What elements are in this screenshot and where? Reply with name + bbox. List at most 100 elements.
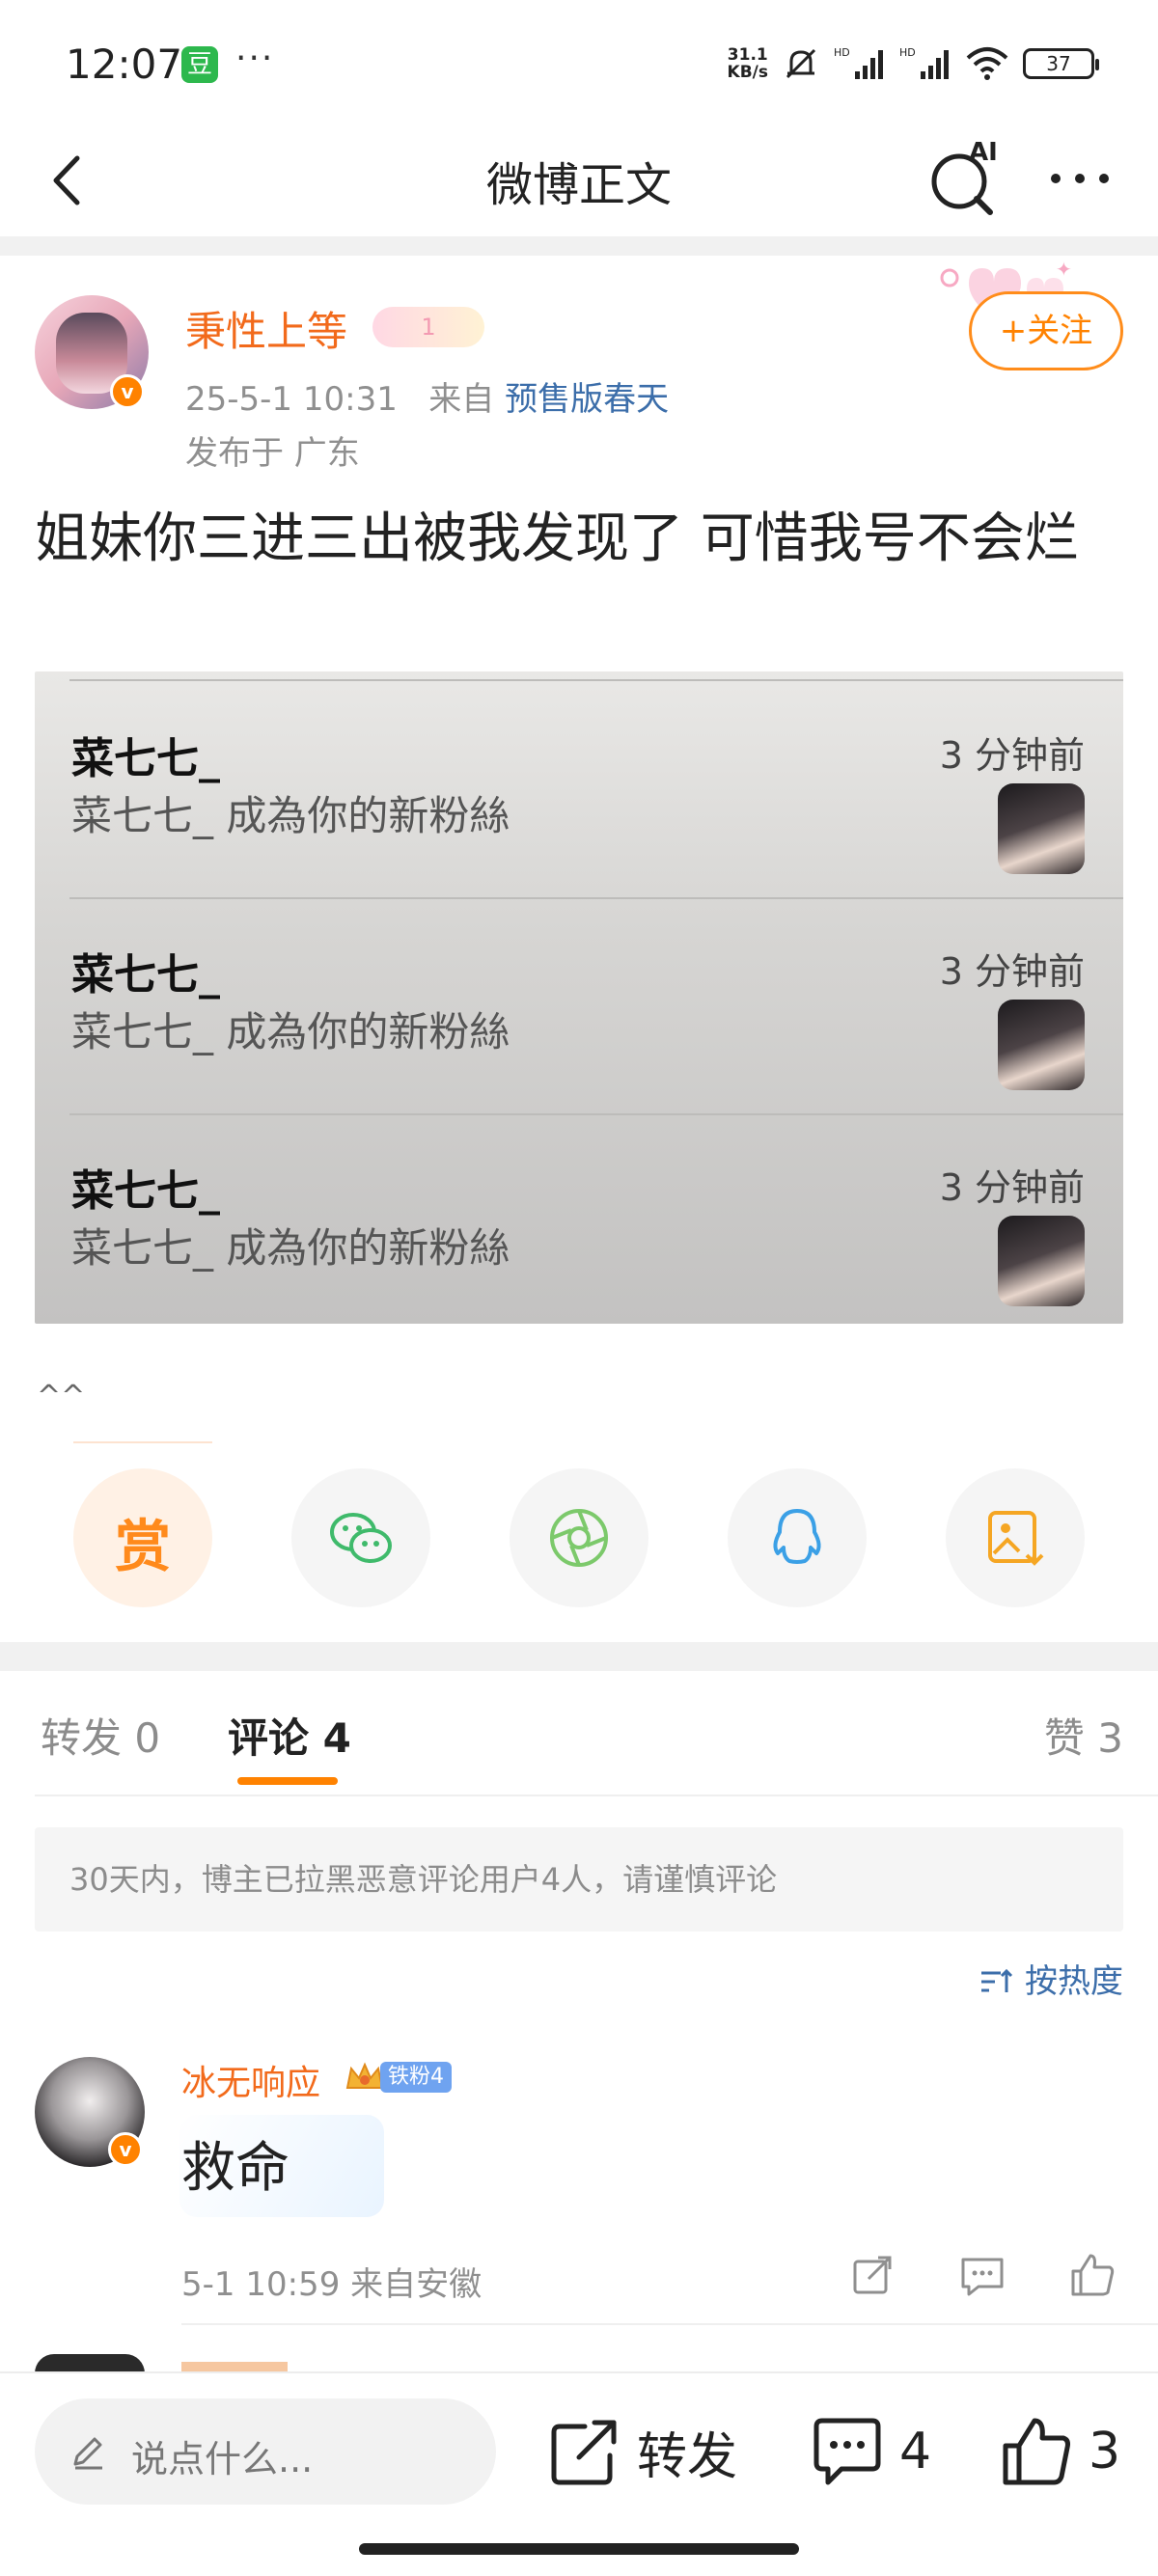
post-text: 姐妹你三进三出被我发现了 可惜我号不会烂 — [35, 507, 1079, 570]
tab-divider — [35, 1795, 1158, 1796]
status-right: 31.1 KB/s HD HD 37 — [728, 42, 1099, 85]
status-bar: 12:07 豆 ··· 31.1 KB/s HD HD 37 — [0, 0, 1158, 125]
svg-text:✦: ✦ — [1056, 258, 1072, 281]
section-divider — [0, 236, 1158, 256]
qq-icon — [773, 1509, 821, 1564]
repost-label: 转发 — [637, 2427, 738, 2486]
notification-time: 3 分钟前 — [939, 734, 1085, 777]
share-row: 赏 — [0, 1441, 1158, 1615]
pencil-icon — [73, 2437, 102, 2470]
tab-bar: 转发 0 评论 4 赞 3 — [0, 1671, 1158, 1796]
network-speed: 31.1 KB/s — [728, 46, 768, 81]
notification-name: 菜七七_ — [71, 950, 220, 1000]
commenter-name[interactable]: 冰无响应 — [181, 2055, 320, 2105]
home-indicator[interactable] — [359, 2543, 799, 2555]
comment-text: 救命 — [181, 2137, 290, 2200]
thumbs-up-icon — [1003, 2418, 1070, 2485]
ai-label: AI — [969, 138, 998, 167]
tab-repost-count: 0 — [134, 1714, 161, 1762]
app-notification-icon: 豆 — [181, 46, 218, 83]
verified-badge-icon: v — [108, 2132, 143, 2167]
vip-badge: 1 — [372, 307, 484, 347]
author-name[interactable]: 秉性上等 — [185, 299, 347, 358]
tab-likes[interactable]: 赞 3 — [1044, 1706, 1123, 1765]
status-time: 12:07 — [66, 41, 183, 88]
repost-button[interactable]: 转发 — [546, 2410, 737, 2493]
comment-input[interactable]: 说点什么... — [35, 2398, 496, 2505]
next-commenter-avatar[interactable] — [35, 2354, 145, 2373]
fan-badge-label: 铁粉4 — [380, 2062, 452, 2093]
like-icon[interactable] — [1067, 2250, 1117, 2300]
sort-by-hot-button[interactable]: 按热度 — [979, 1955, 1123, 2002]
reward-indicator — [73, 1441, 212, 1443]
image-notification-row: 菜七七_ 菜七七_ 成為你的新粉絲 3 分钟前 — [35, 1104, 1123, 1320]
signal-icon-2: HD — [899, 46, 949, 79]
tab-repost[interactable]: 转发 0 — [41, 1706, 160, 1765]
comment-meta: 5-1 10:59 来自安徽 — [181, 2265, 482, 2304]
wifi-icon — [966, 47, 1008, 80]
comment-count: 4 — [899, 2423, 932, 2480]
image-notification-row: 菜七七_ 菜七七_ 成為你的新粉絲 3 分钟前 — [35, 671, 1123, 888]
comment-actions — [847, 2250, 1127, 2304]
active-tab-indicator — [237, 1777, 338, 1785]
post-image[interactable]: 菜七七_ 菜七七_ 成為你的新粉絲 3 分钟前 菜七七_ 菜七七_ 成為你的新粉… — [35, 671, 1123, 1324]
mute-bell-icon — [786, 48, 816, 79]
repost-icon — [551, 2420, 617, 2485]
notification-desc: 菜七七_ 成為你的新粉絲 — [71, 1224, 510, 1272]
signal-icon: HD — [834, 46, 883, 79]
sort-label: 按热度 — [1025, 1962, 1123, 2001]
follow-button[interactable]: +关注 — [969, 291, 1123, 370]
post-date: 25-5-1 10:31 — [185, 380, 398, 419]
notification-thumbnail — [998, 783, 1085, 874]
notification-thumbnail — [998, 1000, 1085, 1090]
battery-icon: 37 — [1023, 48, 1099, 79]
network-speed-unit: KB/s — [727, 63, 768, 82]
author-avatar[interactable]: v — [35, 295, 149, 409]
comment-placeholder: 说点什么... — [131, 2438, 314, 2480]
verified-badge-icon: v — [110, 374, 145, 409]
qq-share-button[interactable] — [728, 1468, 867, 1607]
notification-name: 菜七七_ — [71, 734, 220, 783]
ai-search-icon[interactable]: AI — [926, 137, 1004, 218]
notification-time: 3 分钟前 — [939, 950, 1085, 993]
commenter-avatar[interactable]: v — [35, 2057, 145, 2167]
reward-button[interactable]: 赏 — [73, 1468, 212, 1607]
tab-likes-count: 3 — [1097, 1714, 1123, 1762]
post-source-link[interactable]: 预售版春天 — [505, 380, 669, 419]
network-speed-value: 31.1 — [727, 45, 768, 65]
image-notification-row: 菜七七_ 菜七七_ 成為你的新粉絲 3 分钟前 — [35, 888, 1123, 1104]
more-notifications-icon: ··· — [235, 39, 275, 78]
reward-label: 赏 — [114, 1514, 171, 1579]
share-icon[interactable] — [847, 2250, 897, 2300]
comment-divider — [181, 2323, 1158, 2325]
save-image-icon — [988, 1511, 1044, 1566]
like-count: 3 — [1089, 2423, 1121, 2480]
post-meta: 25-5-1 10:31 来自 预售版春天 — [185, 372, 669, 420]
more-icon[interactable] — [1046, 145, 1114, 212]
tab-comments[interactable]: 评论 4 — [228, 1706, 351, 1765]
comment-button[interactable]: 4 — [809, 2410, 931, 2493]
comment-notice: 30天内，博主已拉黑恶意评论用户4人，请谨慎评论 — [35, 1827, 1123, 1932]
notification-name: 菜七七_ — [71, 1166, 220, 1216]
moments-share-button[interactable] — [510, 1468, 648, 1607]
like-button[interactable]: 3 — [998, 2410, 1120, 2493]
notification-desc: 菜七七_ 成為你的新粉絲 — [71, 792, 510, 839]
next-commenter-name-partial — [181, 2362, 288, 2373]
moments-icon — [550, 1509, 608, 1567]
save-image-button[interactable] — [946, 1468, 1085, 1607]
wechat-icon — [330, 1513, 392, 1563]
reply-icon[interactable] — [957, 2250, 1007, 2300]
wechat-share-button[interactable] — [291, 1468, 430, 1607]
svg-text:HD: HD — [834, 46, 850, 59]
svg-text:HD: HD — [899, 46, 916, 59]
notification-time: 3 分钟前 — [939, 1166, 1085, 1209]
section-divider — [0, 1642, 1158, 1671]
fan-badge: 铁粉4 — [344, 2059, 452, 2096]
sort-icon — [981, 1968, 1013, 1992]
nav-bar: 微博正文 AI — [0, 125, 1158, 236]
post-from-prefix: 来自 — [428, 380, 495, 419]
notification-thumbnail — [998, 1216, 1085, 1306]
tab-comments-count: 4 — [322, 1714, 351, 1762]
notification-desc: 菜七七_ 成為你的新粉絲 — [71, 1008, 510, 1055]
tab-comments-label: 评论 — [228, 1714, 310, 1762]
